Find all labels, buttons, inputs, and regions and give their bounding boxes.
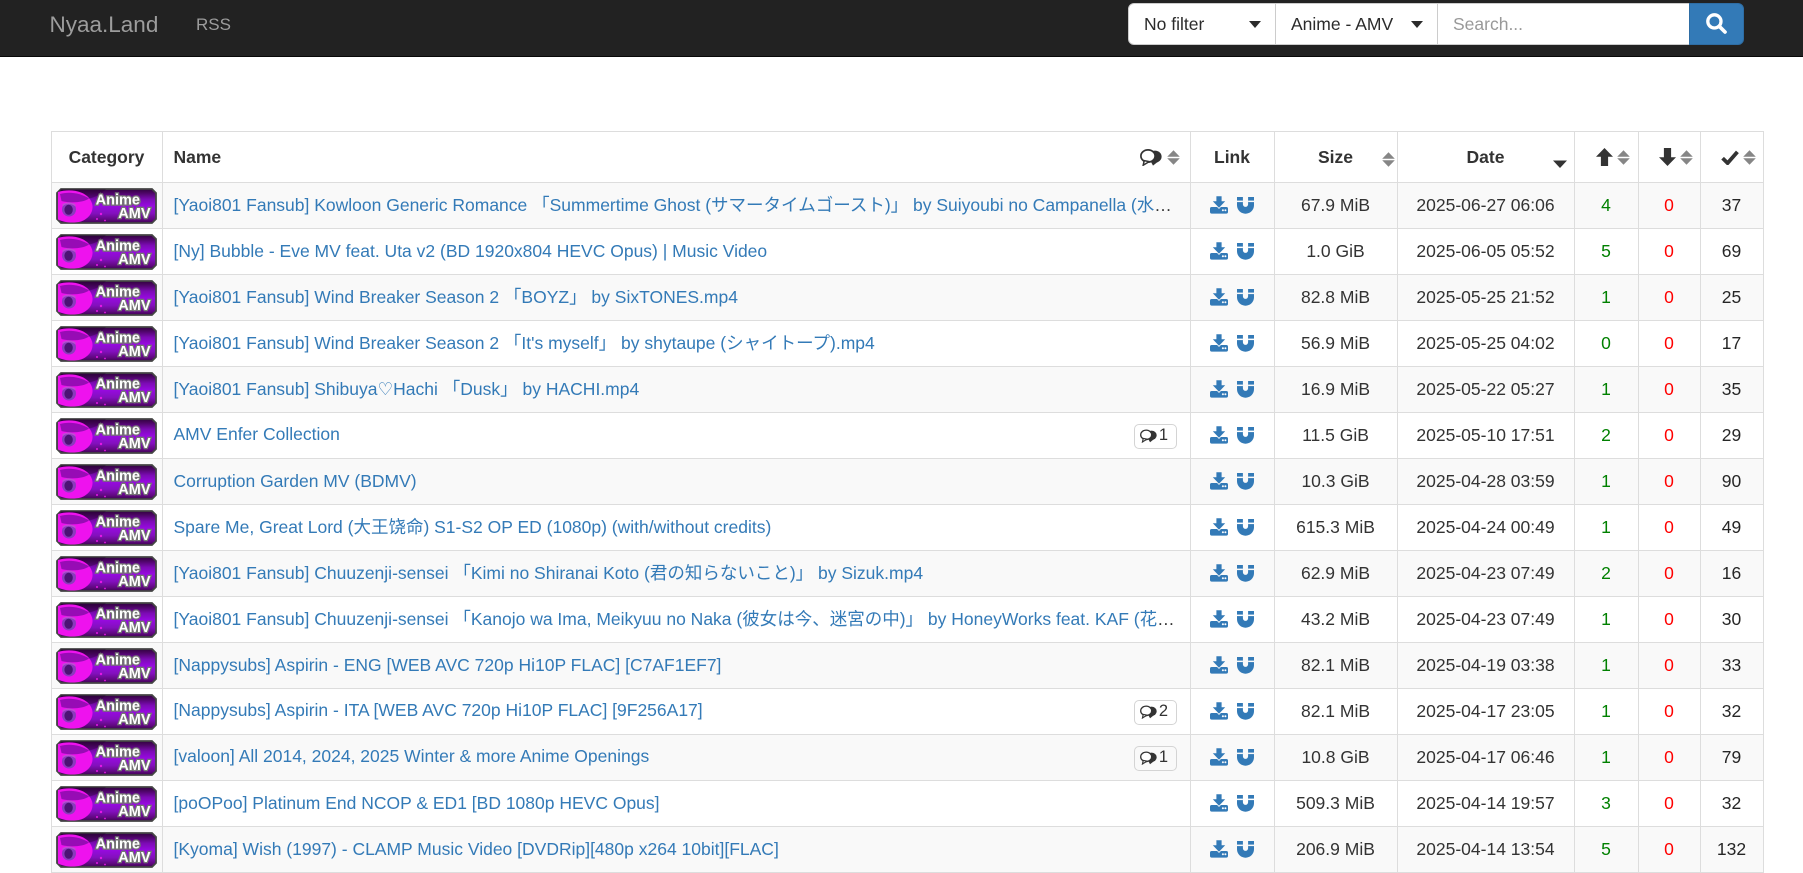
svg-text:AMV: AMV (118, 528, 151, 544)
svg-text:AMV: AMV (118, 804, 151, 820)
svg-text:AMV: AMV (118, 620, 151, 636)
svg-text:AMV: AMV (118, 344, 151, 360)
svg-text:AMV: AMV (118, 390, 151, 406)
svg-text:AMV: AMV (118, 298, 151, 314)
svg-text:AMV: AMV (118, 436, 151, 452)
svg-text:AMV: AMV (118, 712, 151, 728)
svg-text:AMV: AMV (118, 206, 151, 222)
svg-text:AMV: AMV (118, 574, 151, 590)
svg-text:AMV: AMV (118, 482, 151, 498)
svg-text:AMV: AMV (118, 758, 151, 774)
svg-text:AMV: AMV (118, 252, 151, 268)
svg-text:AMV: AMV (118, 666, 151, 682)
